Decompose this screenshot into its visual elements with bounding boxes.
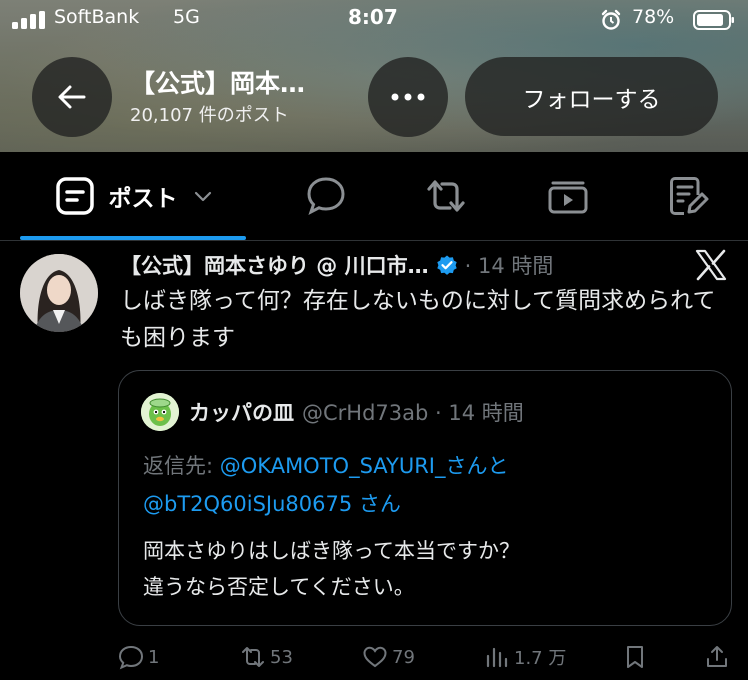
post-count: 20,107 件のポスト	[130, 105, 289, 126]
analytics-icon	[486, 647, 508, 668]
alarm-icon	[601, 9, 621, 30]
back-button[interactable]	[32, 57, 112, 137]
repost-button[interactable]: 53	[240, 644, 293, 670]
quoted-header: カッパの皿 @CrHd73ab · 14 時間	[189, 397, 524, 427]
more-dots-icon	[391, 93, 425, 101]
like-button[interactable]: 79	[362, 644, 415, 670]
share-icon	[707, 646, 727, 667]
reply-to-prefix: 返信先:	[143, 454, 220, 478]
reply-count: 1	[148, 646, 160, 668]
video-icon	[548, 181, 588, 214]
carrier-name: SoftBank	[54, 6, 140, 28]
view-count: 1.7 万	[514, 648, 567, 669]
chevron-down-icon[interactable]	[194, 190, 212, 202]
bookmark-button[interactable]	[622, 644, 648, 670]
bookmark-icon	[627, 646, 643, 668]
tweet-timestamp[interactable]: · 14 時間	[465, 250, 554, 280]
follow-button[interactable]: フォローする	[465, 57, 718, 136]
tab-posts[interactable]: ポスト	[20, 152, 246, 240]
clock: 8:07	[348, 5, 398, 29]
tweet-actions: 1 53 79 1.7 万	[0, 644, 748, 680]
reply-and-text: さんと	[445, 454, 509, 478]
reply-suffix: さん	[352, 492, 401, 516]
battery-percent: 78%	[632, 6, 675, 28]
heart-icon	[363, 646, 387, 668]
tab-posts-label: ポスト	[108, 186, 178, 212]
tab-media[interactable]	[527, 152, 609, 240]
profile-title: 【公式】岡本…	[130, 69, 306, 98]
tab-replies[interactable]	[285, 152, 367, 240]
tweet-header: 【公式】岡本さゆり @ 川口市… · 14 時間	[120, 250, 553, 280]
quoted-tweet[interactable]: カッパの皿 @CrHd73ab · 14 時間 返信先: @OKAMOTO_SA…	[118, 370, 732, 626]
divider	[0, 240, 748, 241]
x-logo-icon	[695, 249, 727, 281]
mention-link[interactable]: @OKAMOTO_SAYURI_	[220, 454, 446, 478]
reply-to-line: 返信先: @OKAMOTO_SAYURI_さんと @bT2Q60iSJu8067…	[143, 447, 713, 523]
tweet-body: しばき隊って何？存在しないものに対して質問求められても困ります	[120, 288, 716, 351]
battery-icon	[693, 10, 734, 30]
mention-link[interactable]: @bT2Q60iSJu80675	[143, 492, 352, 516]
repost-icon	[427, 180, 465, 212]
posts-tab-icon	[55, 177, 94, 215]
profile-header: SoftBank 5G 8:07 78% 【公式】岡本… 20,107 件のポス…	[0, 0, 748, 152]
signal-strength-icon	[12, 11, 45, 29]
quoted-author-name: カッパの皿	[189, 401, 294, 425]
reply-button[interactable]: 1	[118, 644, 159, 670]
author-name[interactable]: 【公式】岡本さゆり @ 川口市…	[120, 250, 429, 280]
kappa-avatar-image	[141, 393, 179, 431]
quoted-body: 岡本さゆりはしばき隊って本当ですか？ 違うなら否定してください。	[143, 539, 520, 599]
views-button[interactable]: 1.7 万	[484, 644, 566, 670]
quoted-avatar[interactable]	[141, 393, 179, 431]
tab-bar: ポスト	[0, 152, 748, 240]
repost-count: 53	[270, 646, 293, 668]
network-type: 5G	[173, 6, 200, 28]
reply-icon	[118, 645, 144, 670]
status-bar: SoftBank 5G 8:07 78%	[0, 0, 748, 40]
speech-bubble-icon	[307, 177, 345, 216]
back-arrow-icon	[58, 85, 86, 109]
repost-icon	[242, 647, 264, 667]
avatar[interactable]	[20, 254, 98, 332]
share-button[interactable]	[704, 644, 730, 670]
verified-badge-icon	[436, 255, 457, 275]
tab-reposts[interactable]	[405, 152, 487, 240]
article-edit-icon	[670, 177, 709, 215]
tab-articles[interactable]	[648, 152, 730, 240]
like-count: 79	[392, 646, 415, 668]
quoted-handle-time: @CrHd73ab · 14 時間	[302, 401, 524, 425]
more-options-button[interactable]	[368, 57, 448, 137]
avatar-photo	[20, 254, 98, 332]
